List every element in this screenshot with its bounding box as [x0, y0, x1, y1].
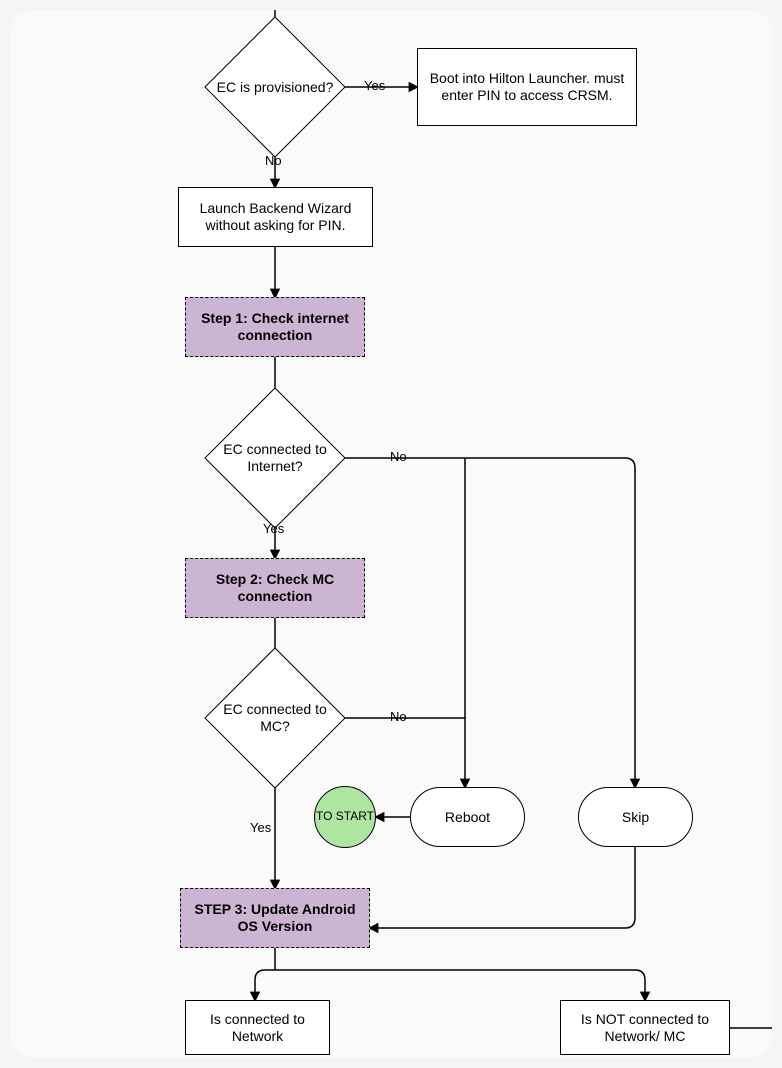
terminal-skip-label: Skip	[622, 809, 649, 826]
edge-label-no-1: No	[265, 153, 282, 168]
terminal-reboot-label: Reboot	[445, 809, 490, 826]
decision-ec-mc: EC connected to MC?	[225, 668, 325, 768]
flowchart-canvas: EC is provisioned? Boot into Hilton Laun…	[10, 10, 772, 1058]
terminal-skip: Skip	[578, 787, 693, 847]
process-connected-network: Is connected to Network	[185, 1000, 330, 1055]
decision-ec-internet-label: EC connected to Internet?	[205, 408, 345, 508]
edge-label-yes-1: Yes	[364, 78, 385, 93]
edge-label-no-2: No	[390, 449, 407, 464]
terminal-reboot: Reboot	[410, 787, 525, 847]
process-launch-wizard: Launch Backend Wizard without asking for…	[178, 187, 373, 247]
step-1: Step 1: Check internet connection	[185, 297, 365, 357]
decision-ec-provisioned-label: EC is provisioned?	[205, 37, 345, 137]
step-2-label: Step 2: Check MC connection	[192, 571, 358, 605]
process-not-connected-network-label: Is NOT connected to Network/ MC	[565, 1011, 725, 1045]
step-3-label: STEP 3: Update Android OS Version	[187, 901, 363, 935]
decision-ec-provisioned: EC is provisioned?	[225, 37, 325, 137]
decision-ec-internet: EC connected to Internet?	[225, 408, 325, 508]
process-not-connected-network: Is NOT connected to Network/ MC	[560, 1000, 730, 1055]
terminal-to-start-label: TO START	[316, 810, 374, 823]
edge-label-yes-3: Yes	[250, 820, 271, 835]
step-2: Step 2: Check MC connection	[185, 558, 365, 618]
edge-label-yes-2: Yes	[263, 521, 284, 536]
terminal-to-start: TO START	[314, 786, 376, 848]
edge-label-no-3: No	[390, 709, 407, 724]
process-boot-hilton-label: Boot into Hilton Launcher. must enter PI…	[424, 70, 630, 104]
process-connected-network-label: Is connected to Network	[190, 1011, 325, 1045]
step-1-label: Step 1: Check internet connection	[192, 310, 358, 344]
process-boot-hilton: Boot into Hilton Launcher. must enter PI…	[417, 48, 637, 126]
step-3: STEP 3: Update Android OS Version	[180, 888, 370, 948]
edges-layer	[10, 10, 772, 1058]
decision-ec-mc-label: EC connected to MC?	[205, 668, 345, 768]
process-launch-wizard-label: Launch Backend Wizard without asking for…	[185, 200, 366, 234]
